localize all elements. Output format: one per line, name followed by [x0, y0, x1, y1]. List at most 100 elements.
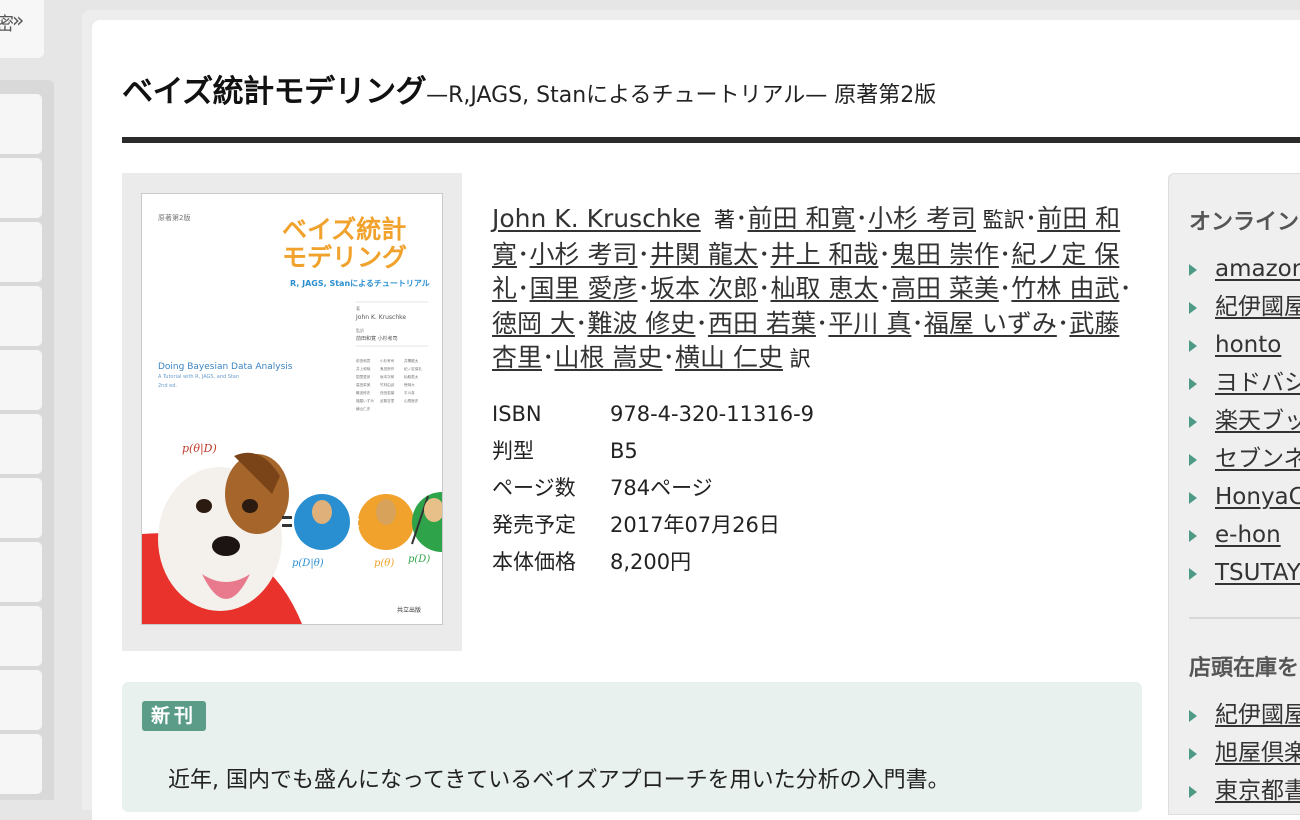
purchase-sidebar: オンライン amazon 紀伊國屋 honto ヨドバシ楽天ブッセブンネ HonyaC e… — [1168, 173, 1300, 815]
store-item[interactable]: 旭屋倶楽 — [1189, 734, 1300, 772]
sidebar-item[interactable] — [0, 734, 42, 794]
store-item[interactable]: 東京都書 — [1189, 772, 1300, 810]
sidebar-toggle[interactable]: 密 » — [0, 0, 44, 58]
store-link[interactable]: セブンネ — [1215, 446, 1300, 472]
meta-value: 978-4-320-11316-9 — [610, 402, 815, 426]
name-separator: ･ — [815, 308, 829, 338]
name-separator: ･ — [878, 274, 891, 303]
new-release-box: 新刊 近年, 国内でも盛んになってきているベイズアプローチを用いた分析の入門書。 — [122, 682, 1142, 812]
author-link[interactable]: 鬼田 崇作 — [891, 240, 999, 269]
author-link[interactable]: 竹林 由武 — [1011, 274, 1119, 303]
cover-translator: 西田若葉 — [380, 390, 395, 395]
left-sidebar: 密 » — [0, 0, 54, 800]
store-item[interactable]: 紀伊國屋 — [1189, 288, 1300, 326]
store-link[interactable]: e-hon — [1215, 522, 1281, 548]
name-separator: ･ — [998, 274, 1012, 303]
sidebar-item[interactable] — [0, 414, 42, 474]
author-link[interactable]: 難波 修史 — [587, 309, 695, 338]
author-link[interactable]: 井関 龍太 — [650, 240, 758, 269]
online-store-list: amazon 紀伊國屋 honto ヨドバシ楽天ブッセブンネ HonyaC e-hon TS… — [1189, 250, 1300, 592]
cover-title-line2: モデリング — [282, 243, 407, 272]
name-separator: ･ — [757, 274, 771, 303]
sidebar-item[interactable] — [0, 478, 42, 538]
name-separator: ･ — [1024, 204, 1038, 233]
author-link[interactable]: 小杉 考司 — [868, 204, 976, 233]
sidebar-item[interactable] — [0, 606, 42, 666]
store-item[interactable]: e-hon — [1189, 516, 1300, 554]
author-link[interactable]: 小杉 考司 — [530, 240, 638, 269]
meta-row: 判型 B5 — [492, 433, 814, 470]
author-link[interactable]: 国里 愛彦 — [530, 274, 638, 303]
store-link[interactable]: 東京都書 — [1215, 778, 1300, 804]
store-link[interactable]: TSUTAY — [1215, 560, 1300, 586]
book-cover-image[interactable]: 原著第2版 ベイズ統計 モデリング R, JAGS, Stanによるチュートリア… — [141, 193, 443, 625]
store-item[interactable]: 楽天ブッ — [1189, 402, 1300, 440]
triangle-bullet-icon — [1189, 377, 1197, 390]
cover-translator: 福屋いずみ — [356, 398, 374, 403]
cover-translator: 紀ノ定保礼 — [404, 366, 422, 371]
instore-list: 紀伊國屋旭屋倶楽東京都書 — [1189, 696, 1300, 810]
triangle-bullet-icon — [1189, 415, 1197, 428]
sidebar-item[interactable] — [0, 94, 42, 154]
title-divider — [122, 137, 1300, 143]
author-link[interactable]: John K. Kruschke — [492, 204, 701, 233]
cover-translator: 平川真 — [404, 390, 415, 395]
sidebar-item[interactable] — [0, 158, 42, 218]
store-link[interactable]: honto — [1215, 332, 1281, 358]
author-link[interactable]: 福屋 いずみ — [924, 309, 1057, 338]
author-link[interactable]: 横山 仁史 — [675, 343, 783, 372]
triangle-bullet-icon — [1189, 709, 1197, 722]
name-separator: ･ — [878, 239, 891, 269]
cover-translator: 井上和哉 — [356, 366, 371, 371]
store-item[interactable]: TSUTAY — [1189, 554, 1300, 592]
double-chevron-right-icon[interactable]: » — [12, 8, 24, 32]
sidebar-item[interactable] — [0, 670, 42, 730]
cover-formula-likelihood: p(D|θ) — [292, 558, 324, 569]
store-item[interactable]: honto — [1189, 326, 1300, 364]
store-item[interactable]: amazon — [1189, 250, 1300, 288]
author-link[interactable]: 山根 嵩史 — [555, 343, 663, 372]
cover-english-title: Doing Bayesian Data Analysis — [158, 362, 293, 372]
author-link[interactable]: 西田 若葉 — [708, 309, 816, 338]
cover-subtitle: R, JAGS, Stanによるチュートリアル — [290, 279, 430, 288]
store-link[interactable]: HonyaC — [1215, 484, 1300, 510]
store-link[interactable]: 楽天ブッ — [1215, 408, 1300, 434]
online-heading: オンライン — [1189, 210, 1300, 235]
cover-english-sub: A Tutorial with R, JAGS, and Stan — [158, 374, 239, 380]
name-separator: ･ — [662, 343, 675, 372]
store-link[interactable]: 紀伊國屋 — [1215, 294, 1300, 320]
meta-value: 784ページ — [610, 476, 713, 500]
author-link[interactable]: 杣取 恵太 — [770, 274, 878, 303]
book-subtitle: —R,JAGS, Stanによるチュートリアル— 原著第2版 — [426, 83, 937, 108]
meta-row: 本体価格 8,200円 — [492, 544, 814, 581]
author-link[interactable]: 坂本 次郎 — [650, 274, 758, 303]
store-item[interactable]: セブンネ — [1189, 440, 1300, 478]
meta-label: 発売予定 — [492, 513, 576, 537]
sidebar-item[interactable] — [0, 286, 42, 346]
store-link[interactable]: ヨドバシ — [1215, 370, 1300, 396]
author-link[interactable]: 井上 和哉 — [770, 240, 878, 269]
store-link[interactable]: 旭屋倶楽 — [1215, 740, 1300, 766]
name-separator: ･ — [695, 308, 708, 338]
cover-frame: 原著第2版 ベイズ統計 モデリング R, JAGS, Stanによるチュートリア… — [122, 173, 462, 651]
author-link[interactable]: 平川 真 — [828, 309, 911, 338]
store-item[interactable]: HonyaC — [1189, 478, 1300, 516]
sidebar-item[interactable] — [0, 542, 42, 602]
book-metadata: ISBN 978-4-320-11316-9 判型 B5 ページ数 784ページ 発売予定 2… — [492, 396, 814, 581]
name-separator: ･ — [735, 204, 748, 233]
store-link[interactable]: amazon — [1215, 256, 1300, 282]
store-item[interactable]: 紀伊國屋 — [1189, 696, 1300, 734]
author-link[interactable]: 前田 和寛 — [748, 204, 856, 233]
sidebar-divider — [1189, 617, 1300, 619]
store-link[interactable]: 紀伊國屋 — [1215, 702, 1300, 728]
name-separator: ･ — [574, 308, 588, 338]
cover-author: John K. Kruschke — [355, 314, 406, 321]
sidebar-item[interactable] — [0, 350, 42, 410]
role-label: 監訳 — [976, 208, 1025, 232]
cover-translator: 坂本次郎 — [380, 374, 395, 379]
author-link[interactable]: 徳岡 大 — [492, 309, 575, 338]
store-item[interactable]: ヨドバシ — [1189, 364, 1300, 402]
sidebar-item[interactable] — [0, 222, 42, 282]
author-link[interactable]: 高田 菜美 — [891, 274, 999, 303]
triangle-bullet-icon — [1189, 529, 1197, 542]
